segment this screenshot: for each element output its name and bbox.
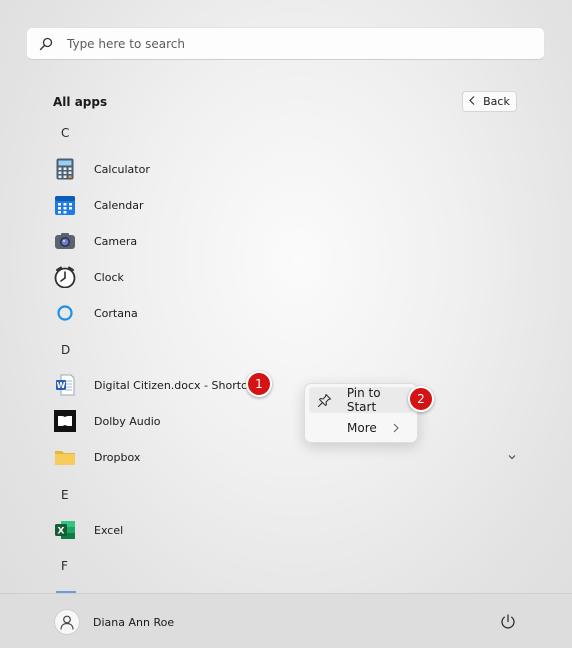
app-item-dolby-audio[interactable]: Dolby Audio [44,404,532,438]
section-letter-f[interactable]: F [61,559,68,573]
app-item-clock[interactable]: Clock [44,260,532,294]
search-box[interactable] [26,27,545,60]
word-document-icon: W [54,374,76,396]
app-item-dropbox[interactable]: Dropbox [44,440,532,474]
start-footer: Diana Ann Roe [0,593,572,648]
app-label: Calculator [94,162,150,176]
section-letter-e[interactable]: E [61,488,69,502]
context-menu: Pin to Start More [304,383,418,443]
app-label: Digital Citizen.docx - Shortcut [94,378,259,392]
menu-item-label: Pin to Start [346,386,381,414]
step-badge-2: 2 [408,386,434,412]
search-input[interactable] [65,35,544,52]
app-item-calendar[interactable]: Calendar [44,188,532,222]
svg-text:X: X [58,527,65,537]
folder-icon [54,446,76,468]
app-item-camera[interactable]: Camera [44,224,532,258]
dolby-icon [54,410,76,432]
app-label: Cortana [94,306,138,320]
chevron-down-icon[interactable] [506,451,518,463]
step-badge-1: 1 [246,371,272,397]
app-item-cortana[interactable]: Cortana [44,296,532,330]
menu-item-label: More [347,421,377,435]
chevron-left-icon [469,95,475,108]
excel-icon: X [54,519,76,541]
menu-item-more[interactable]: More [309,415,413,441]
svg-text:W: W [57,381,66,390]
all-apps-title: All apps [53,95,108,109]
app-label: Calendar [94,198,144,212]
back-button-label: Back [483,95,510,108]
cortana-icon [54,302,76,324]
section-letter-d[interactable]: D [61,343,70,357]
calendar-icon [54,194,76,216]
app-label: Dropbox [94,450,141,464]
power-icon[interactable] [499,613,517,631]
user-account-button[interactable]: Diana Ann Roe [54,609,174,635]
calculator-icon [54,158,76,180]
user-icon [54,609,80,635]
app-item-calculator[interactable]: Calculator [44,152,532,186]
app-label: Clock [94,270,124,284]
app-item-digital-citizen-shortcut[interactable]: W Digital Citizen.docx - Shortcut [44,368,532,402]
app-item-excel[interactable]: X Excel [44,513,532,547]
menu-item-pin-to-start[interactable]: Pin to Start [309,386,413,414]
clock-icon [54,266,76,288]
chevron-right-icon [393,423,401,433]
back-button[interactable]: Back [462,91,517,112]
section-letter-c[interactable]: C [61,126,69,140]
app-label: Excel [94,523,124,537]
app-label: Dolby Audio [94,414,161,428]
camera-icon [54,230,76,252]
pin-icon [317,392,333,408]
user-name: Diana Ann Roe [93,615,175,629]
search-icon [39,36,55,52]
app-label: Camera [94,234,138,248]
